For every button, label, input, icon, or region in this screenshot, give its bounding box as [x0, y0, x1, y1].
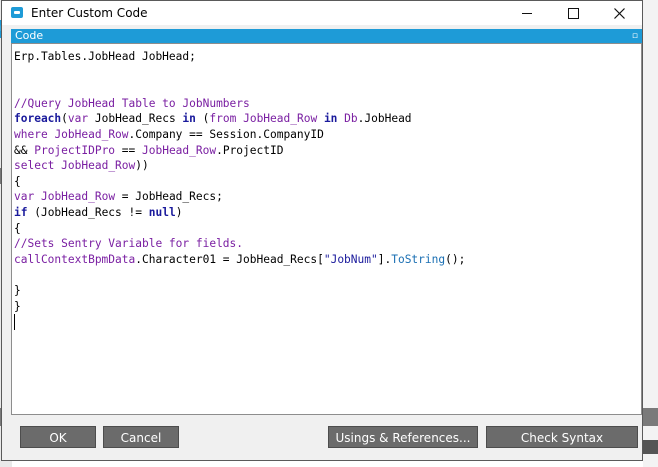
minimize-button[interactable] — [504, 1, 550, 25]
code-token: } — [14, 299, 21, 313]
check-syntax-button[interactable]: Check Syntax — [486, 426, 638, 448]
code-token: JobHead_Row — [54, 127, 129, 141]
window-title: Enter Custom Code — [31, 6, 148, 20]
code-token: Db — [344, 112, 358, 126]
code-line: { — [14, 174, 465, 190]
code-token: from — [209, 112, 237, 126]
background-strip — [643, 408, 658, 426]
code-token: Erp.Tables.JobHead JobHead; — [14, 50, 196, 63]
code-token: JobHead_Row — [243, 112, 318, 126]
code-token: in — [182, 112, 196, 126]
code-token: == — [115, 143, 142, 157]
code-token: //Sets Sentry Variable for fields. — [14, 237, 244, 251]
code-token: .Character01 = JobHead_Recs[ — [135, 252, 324, 266]
close-icon — [614, 8, 625, 19]
code-token: ToString — [391, 252, 446, 266]
code-token: ProjectIDPro — [34, 143, 116, 157]
code-line: && ProjectIDPro == JobHead_Row.ProjectID — [14, 143, 465, 159]
usings-references-button[interactable]: Usings & References... — [328, 426, 478, 448]
code-token: { — [14, 221, 21, 235]
code-token: "JobNum" — [323, 252, 378, 266]
code-token: .ProjectID — [216, 143, 284, 157]
code-line: foreach(var JobHead_Recs in (from JobHea… — [14, 111, 465, 127]
background-strip — [643, 440, 658, 454]
code-line: { — [14, 221, 465, 237]
code-token: var — [67, 112, 89, 126]
code-line: } — [14, 299, 465, 315]
panel-title: Code — [15, 29, 44, 42]
code-line: } — [14, 283, 465, 299]
code-token: JobHead_Recs — [88, 112, 183, 126]
code-token: if — [14, 205, 28, 219]
code-line: callContextBpmData.Character01 = JobHead… — [14, 252, 465, 268]
code-token: = JobHead_Recs; — [115, 190, 223, 204]
code-token: //Query JobHead Table to JobNumbers — [14, 96, 250, 110]
code-token: where — [14, 127, 48, 141]
code-token: ( — [61, 112, 68, 126]
code-token: in — [323, 112, 338, 126]
code-line: Erp.Tables.JobHead JobHead; — [14, 49, 465, 65]
code-token: .JobHead — [357, 112, 412, 126]
cancel-button[interactable]: Cancel — [103, 426, 179, 448]
code-line: select JobHead_Row)) — [14, 158, 465, 174]
code-token: ]. — [377, 252, 392, 266]
code-token: .Company == Session.CompanyID — [128, 127, 324, 141]
code-token: foreach — [14, 112, 62, 126]
code-line: //Sets Sentry Variable for fields. — [14, 236, 465, 252]
code-line: //Query JobHead Table to JobNumbers — [14, 96, 465, 112]
code-text[interactable]: Erp.Tables.JobHead JobHead;​​//Query Job… — [14, 49, 465, 314]
code-token: var — [14, 190, 35, 204]
code-editor[interactable]: Erp.Tables.JobHead JobHead;​​//Query Job… — [11, 43, 642, 415]
code-panel-header: Code ▫ — [11, 29, 642, 43]
code-token: { — [14, 174, 21, 188]
title-bar[interactable]: Enter Custom Code — [2, 1, 642, 25]
code-line: ​ — [14, 267, 465, 283]
code-token: JobHead_Row — [40, 190, 116, 204]
code-token: && — [14, 143, 35, 157]
code-token: (); — [445, 252, 466, 266]
code-line: ​ — [14, 80, 465, 96]
app-icon — [11, 7, 23, 18]
code-line: var JobHead_Row = JobHead_Recs; — [14, 189, 465, 205]
close-button[interactable] — [596, 1, 642, 25]
custom-code-dialog: Enter Custom Code Code ▫ Erp.Tables.JobH… — [1, 0, 643, 461]
code-line: ​ — [14, 65, 465, 81]
code-token: } — [14, 283, 21, 297]
pin-icon[interactable]: ▫ — [632, 29, 638, 43]
code-token: JobHead_Row — [61, 159, 136, 173]
code-token: ( — [195, 112, 210, 126]
code-token: (JobHead_Recs != — [27, 205, 149, 219]
code-token: callContextBpmData — [14, 252, 136, 266]
code-line: where JobHead_Row.Company == Session.Com… — [14, 127, 465, 143]
code-token: )) — [135, 159, 149, 173]
maximize-button[interactable] — [550, 1, 596, 25]
code-token: ) — [175, 205, 183, 219]
ok-button[interactable]: OK — [20, 426, 96, 448]
background-app-right — [643, 0, 658, 467]
code-token: select — [14, 159, 55, 173]
code-line: if (JobHead_Recs != null) — [14, 205, 465, 221]
code-token: null — [148, 205, 176, 219]
code-token: JobHead_Row — [142, 143, 217, 157]
text-cursor — [14, 314, 15, 330]
